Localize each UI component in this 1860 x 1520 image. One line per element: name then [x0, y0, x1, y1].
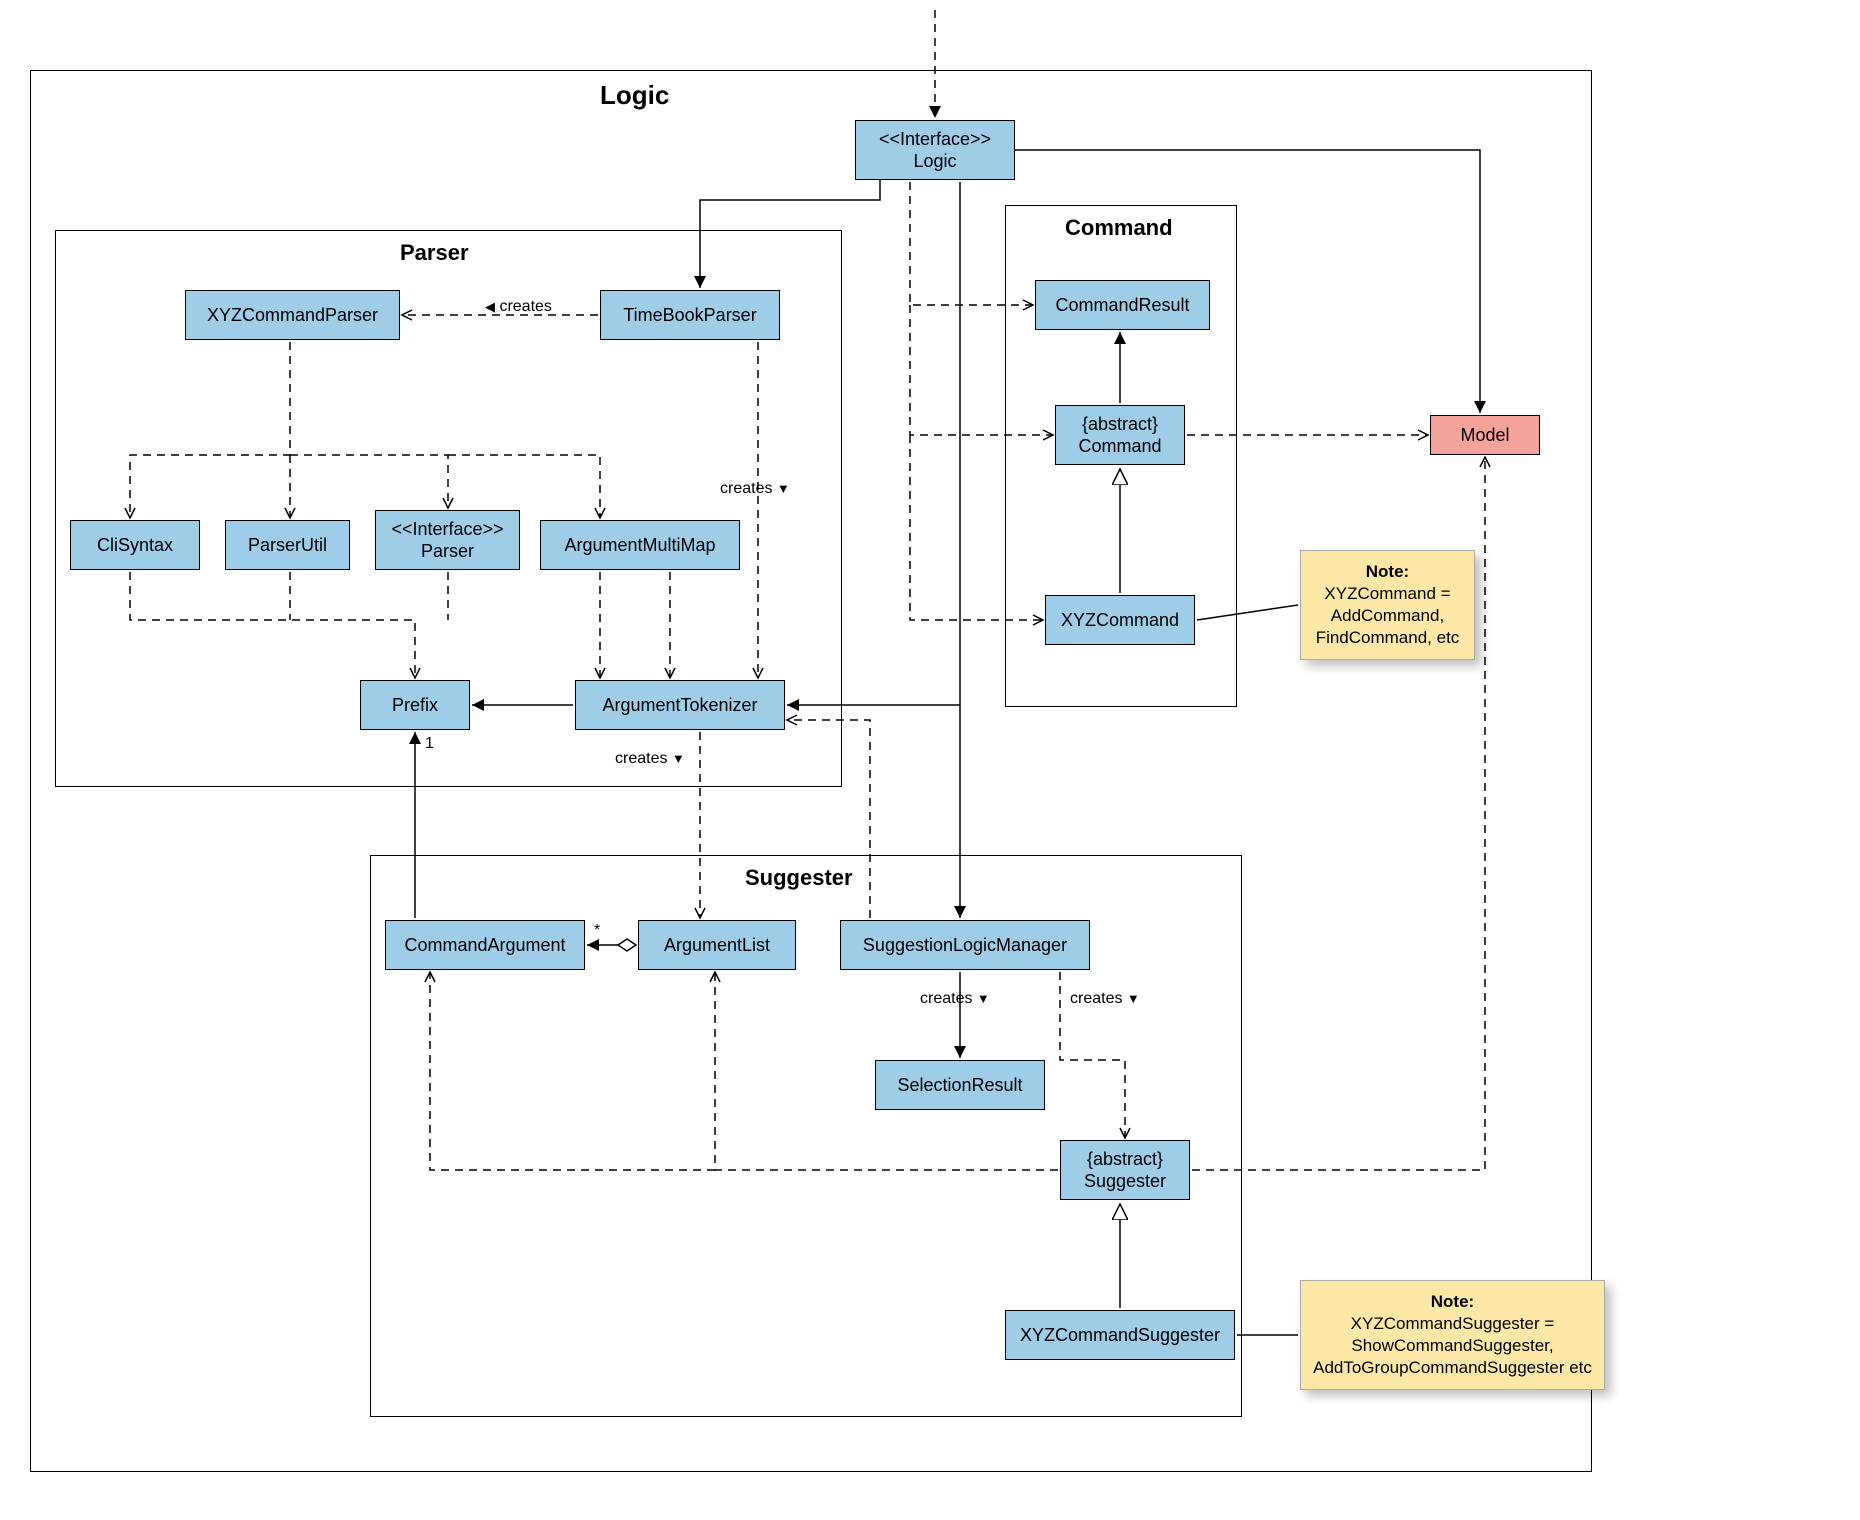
- diagram-canvas: Logic Parser Command Suggester <<Interfa…: [0, 0, 1860, 1520]
- connector-layer: [0, 0, 1860, 1520]
